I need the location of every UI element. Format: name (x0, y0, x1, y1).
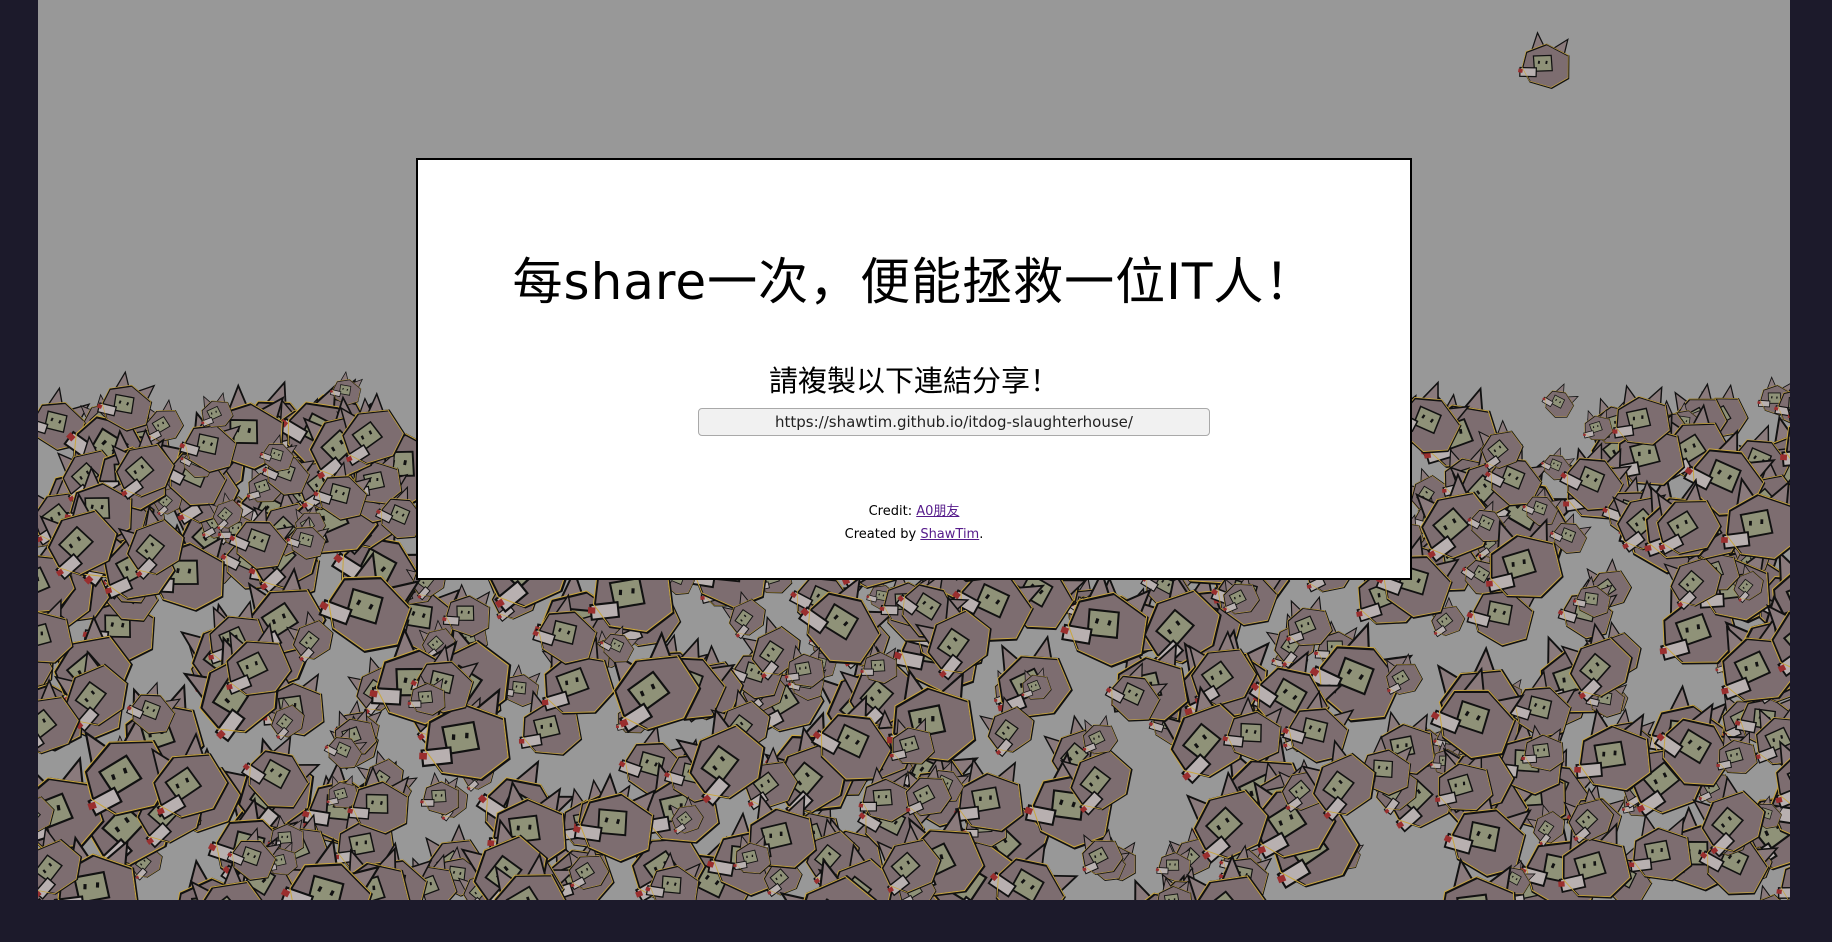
headline: 每share一次，便能拯救一位IT人！ (512, 253, 1316, 311)
dog-head-icon (1538, 378, 1583, 424)
game-stage[interactable]: 每share一次，便能拯救一位IT人！ 請複製以下連結分享！ Credit: A… (38, 0, 1790, 900)
copy-prompt: 請複製以下連結分享！ (768, 364, 1059, 398)
dog-head-icon (1611, 384, 1672, 446)
created-suffix: . (979, 527, 984, 542)
credit-link[interactable]: A0朋友 (916, 504, 959, 519)
dog-head-icon (1515, 29, 1577, 92)
share-dialog: 每share一次，便能拯救一位IT人！ 請複製以下連結分享！ Credit: A… (416, 158, 1412, 580)
share-url-field[interactable] (698, 408, 1210, 436)
created-prefix: Created by (844, 527, 921, 542)
credit-line: Credit: A0朋友 (418, 500, 1410, 519)
created-by-line: Created by ShawTim. (418, 527, 1410, 542)
credit-prefix: Credit: (868, 504, 917, 519)
author-link[interactable]: ShawTim (920, 527, 979, 542)
dog-head-icon (1627, 814, 1694, 882)
